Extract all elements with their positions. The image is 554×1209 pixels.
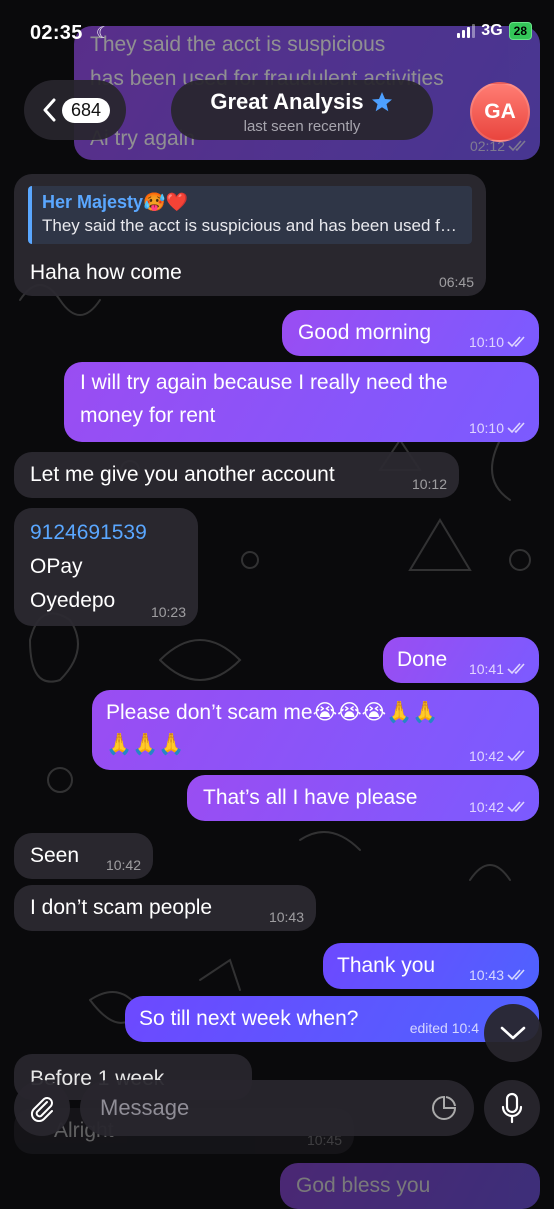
- avatar[interactable]: GA: [470, 82, 530, 142]
- chevron-left-icon: [43, 98, 56, 122]
- chat-title[interactable]: Great Analysis last seen recently: [171, 80, 433, 140]
- message-text: I will try again because I really need t…: [80, 371, 448, 394]
- message-text: OPay: [30, 555, 83, 578]
- message-text: God bless you: [296, 1174, 431, 1197]
- outgoing-message[interactable]: Please don’t scam me😭😭😭🙏🙏 🙏🙏🙏 10:42: [92, 690, 539, 770]
- message-time: 10:10: [469, 335, 527, 349]
- unread-count-badge: 684: [62, 97, 111, 123]
- reply-text: They said the acct is suspicious and has…: [42, 216, 462, 235]
- back-button[interactable]: 684: [24, 80, 126, 140]
- double-check-icon: [507, 801, 525, 813]
- message-text: That’s all I have please: [203, 786, 418, 809]
- double-check-icon: [507, 336, 525, 348]
- double-check-icon: [507, 422, 525, 434]
- message-time: 06:45: [438, 274, 474, 290]
- message-text: money for rent: [80, 404, 216, 427]
- message-time: edited 10:4: [409, 1020, 479, 1036]
- signal-icon: [457, 24, 476, 38]
- message-time: 10:42: [105, 857, 141, 873]
- outgoing-message[interactable]: Done 10:41: [383, 637, 539, 683]
- outgoing-message[interactable]: Good morning 10:10: [282, 310, 539, 356]
- message-time: 10:43: [268, 909, 304, 925]
- double-check-icon: [507, 750, 525, 762]
- incoming-message[interactable]: Her Majesty🥵❤️ They said the acct is sus…: [14, 174, 486, 296]
- outgoing-message[interactable]: Thank you 10:43: [323, 943, 539, 989]
- outgoing-message[interactable]: God bless you: [280, 1163, 540, 1209]
- chevron-down-icon: [500, 1026, 526, 1040]
- incoming-message[interactable]: 9124691539 OPay Oyedepo 10:23: [14, 508, 198, 626]
- message-composer: [0, 1070, 554, 1150]
- reply-quote[interactable]: Her Majesty🥵❤️ They said the acct is sus…: [28, 186, 472, 244]
- message-text: I don’t scam people: [30, 896, 213, 919]
- message-time: 10:10: [469, 421, 527, 435]
- avatar-initials: GA: [484, 100, 516, 123]
- chat-header: 684 Great Analysis last seen recently GA: [0, 78, 554, 142]
- message-text: Thank you: [337, 954, 436, 977]
- battery-icon: 28: [508, 22, 532, 40]
- outgoing-message[interactable]: I will try again because I really need t…: [64, 362, 539, 442]
- moon-icon: ☾: [96, 25, 111, 42]
- scroll-down-button[interactable]: [484, 1004, 542, 1062]
- outgoing-message[interactable]: So till next week when? edited 10:4: [125, 996, 539, 1042]
- message-text: Good morning: [298, 321, 432, 344]
- message-field[interactable]: [80, 1080, 474, 1136]
- status-time: 02:35: [30, 22, 83, 44]
- status-bar: 02:35 ☾ 3G 28: [0, 0, 554, 64]
- message-text: Please don’t scam me😭😭😭🙏🙏: [106, 701, 439, 724]
- message-text: Done: [397, 648, 448, 671]
- message-input[interactable]: [98, 1094, 402, 1122]
- message-text: Let me give you another account: [30, 463, 335, 486]
- contact-name: Great Analysis: [210, 89, 364, 114]
- message-text: Seen: [30, 844, 80, 867]
- outgoing-message[interactable]: That’s all I have please 10:42: [187, 775, 539, 821]
- sticker-icon[interactable]: [430, 1094, 458, 1122]
- message-text: Oyedepo: [30, 589, 116, 612]
- account-number-link[interactable]: 9124691539: [30, 516, 147, 549]
- message-text: 🙏🙏🙏: [106, 733, 185, 756]
- message-text: Haha how come: [30, 261, 182, 284]
- incoming-message[interactable]: I don’t scam people 10:43: [14, 885, 316, 931]
- incoming-message[interactable]: Seen 10:42: [14, 833, 153, 879]
- message-time: 10:12: [411, 476, 447, 492]
- message-time: 10:42: [469, 800, 527, 814]
- message-text: So till next week when?: [139, 1007, 359, 1030]
- message-time: 10:43: [469, 968, 527, 982]
- microphone-icon: [501, 1092, 523, 1124]
- microphone-button[interactable]: [484, 1080, 540, 1136]
- message-time: 10:42: [469, 749, 527, 763]
- reply-author: Her Majesty🥵❤️: [42, 192, 188, 212]
- double-check-icon: [507, 663, 525, 675]
- incoming-message[interactable]: Let me give you another account 10:12: [14, 452, 459, 498]
- last-seen-status: last seen recently: [243, 118, 361, 135]
- message-time: 10:23: [150, 604, 186, 620]
- paperclip-icon: [30, 1097, 53, 1122]
- star-badge-icon: [371, 92, 392, 112]
- network-type: 3G: [481, 22, 503, 39]
- message-time: 10:41: [469, 662, 527, 676]
- attach-button[interactable]: [14, 1080, 70, 1136]
- double-check-icon: [507, 969, 525, 981]
- battery-level: 28: [513, 24, 527, 38]
